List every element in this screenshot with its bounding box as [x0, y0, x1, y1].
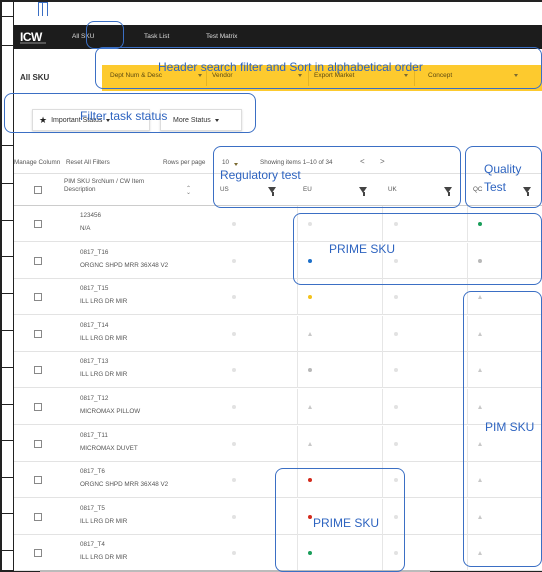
column-divider	[297, 389, 298, 425]
rail-tick	[0, 45, 14, 46]
column-divider	[297, 315, 298, 352]
annotation-regulatory: Regulatory test	[220, 168, 301, 182]
rail-tick	[0, 16, 14, 17]
sku-description: MICROMAX DUVET	[80, 444, 138, 452]
sku-number[interactable]: 0817_T4	[80, 539, 105, 551]
column-header-sku[interactable]: PIM SKU SrcNum / CW Item Description ⌃ ⌄	[58, 174, 211, 207]
status-uk-dot[interactable]	[394, 368, 398, 373]
rail-tick	[0, 550, 14, 551]
sku-description: N/A	[80, 225, 91, 232]
sku-description: ILL LRG DR MIR	[80, 517, 128, 525]
logo-underline	[20, 42, 46, 44]
sku-number[interactable]: 0817_T14	[80, 320, 108, 332]
sku-number[interactable]: 0817_T12	[80, 393, 108, 405]
column-divider	[382, 389, 383, 425]
row-checkbox[interactable]	[34, 366, 42, 375]
sku-number[interactable]: 0817_T16	[80, 247, 108, 259]
status-us-dot[interactable]	[232, 331, 236, 336]
status-us-dot[interactable]	[232, 405, 236, 409]
rail-tick	[0, 513, 14, 514]
row-checkbox[interactable]	[34, 439, 42, 448]
rail-tick	[0, 256, 14, 257]
annotation-filter-status: Filter task status	[80, 109, 168, 123]
annotation-pim-sku: PIM SKU	[485, 420, 535, 434]
row-checkbox[interactable]	[34, 220, 42, 228]
status-eu-pending-icon[interactable]	[307, 405, 312, 409]
sku-number[interactable]: 123456	[80, 210, 101, 222]
left-rail	[0, 0, 14, 572]
sku-number[interactable]: 0817_T15	[80, 283, 108, 295]
status-uk-dot[interactable]	[394, 441, 398, 446]
status-us-dot[interactable]	[232, 258, 236, 263]
status-uk-dot[interactable]	[394, 331, 398, 336]
sku-number[interactable]: 0817_T5	[80, 503, 105, 515]
annotation-prime-sku-top: PRIME SKU	[329, 242, 396, 256]
status-us-dot[interactable]	[232, 368, 236, 373]
column-divider	[382, 315, 383, 352]
manage-column-link[interactable]: Manage Column	[14, 159, 60, 166]
status-uk-dot[interactable]	[394, 295, 398, 300]
row-checkbox[interactable]	[34, 403, 42, 411]
row-checkbox[interactable]	[34, 293, 42, 302]
column-divider	[297, 352, 298, 389]
top-marker	[38, 2, 48, 16]
column-divider	[382, 352, 383, 389]
page-title: All SKU	[20, 73, 50, 82]
column-divider	[297, 425, 298, 462]
status-us-dot[interactable]	[232, 551, 236, 556]
sku-description: ORGNC SHPD MRR 36X48 V2	[80, 481, 169, 489]
rail-tick	[0, 330, 14, 331]
status-eu-pending-icon[interactable]	[307, 441, 312, 446]
nav-item-task-list[interactable]: Task List	[144, 33, 169, 40]
rail-tick	[0, 293, 14, 294]
row-checkbox[interactable]	[34, 329, 42, 338]
row-checkbox[interactable]	[34, 256, 42, 265]
annotation-prime-sku-bottom: PRIME SKU	[313, 516, 380, 530]
status-uk-dot[interactable]	[394, 405, 398, 409]
sku-description: ILL LRG DR MIR	[80, 298, 128, 306]
status-us-dot[interactable]	[232, 514, 236, 519]
sku-description: ILL LRG DR MIR	[80, 554, 128, 562]
rail-tick	[0, 367, 14, 368]
sku-number[interactable]: 0817_T6	[80, 466, 105, 478]
sku-number[interactable]: 0817_T11	[80, 430, 108, 442]
annotation-box-all-sku	[86, 21, 124, 49]
select-all-checkbox[interactable]	[34, 186, 42, 194]
status-eu-pending-icon[interactable]	[307, 331, 312, 336]
status-us-dot[interactable]	[232, 295, 236, 300]
row-checkbox[interactable]	[34, 549, 42, 558]
annotation-header-search: Header search filter and Sort in alphabe…	[158, 60, 423, 74]
status-eu-dot[interactable]	[308, 295, 312, 300]
sku-description: MICROMAX PILLOW	[80, 408, 141, 415]
rail-tick	[0, 477, 14, 478]
sku-number[interactable]: 0817_T13	[80, 356, 108, 368]
status-us-dot[interactable]	[232, 222, 236, 226]
column-header-sku-label: PIM SKU SrcNum / CW Item Description	[64, 178, 145, 193]
rail-tick	[0, 220, 14, 221]
rail-tick	[0, 183, 14, 184]
status-us-dot[interactable]	[232, 478, 236, 483]
sort-icon[interactable]: ⌃ ⌄	[186, 186, 191, 196]
rail-tick	[0, 404, 14, 405]
sku-description: ORGNC SHPD MRR 36X48 V2	[80, 261, 169, 269]
reset-filters-link[interactable]: Reset All Filters	[66, 159, 110, 166]
rail-tick	[0, 145, 14, 146]
top-marker-line	[42, 2, 43, 16]
row-checkbox[interactable]	[34, 476, 42, 485]
annotation-quality: Quality Test	[484, 162, 522, 194]
column-divider	[382, 425, 383, 462]
nav-item-test-matrix[interactable]: Test Matrix	[206, 33, 237, 40]
status-eu-dot[interactable]	[308, 368, 312, 373]
rail-tick	[0, 440, 14, 441]
sku-description: ILL LRG DR MIR	[80, 371, 128, 379]
rows-per-page-label: Rows per page	[163, 159, 206, 166]
status-us-dot[interactable]	[232, 441, 236, 446]
sku-description: ILL LRG DR MIR	[80, 334, 128, 342]
row-checkbox[interactable]	[34, 512, 42, 521]
